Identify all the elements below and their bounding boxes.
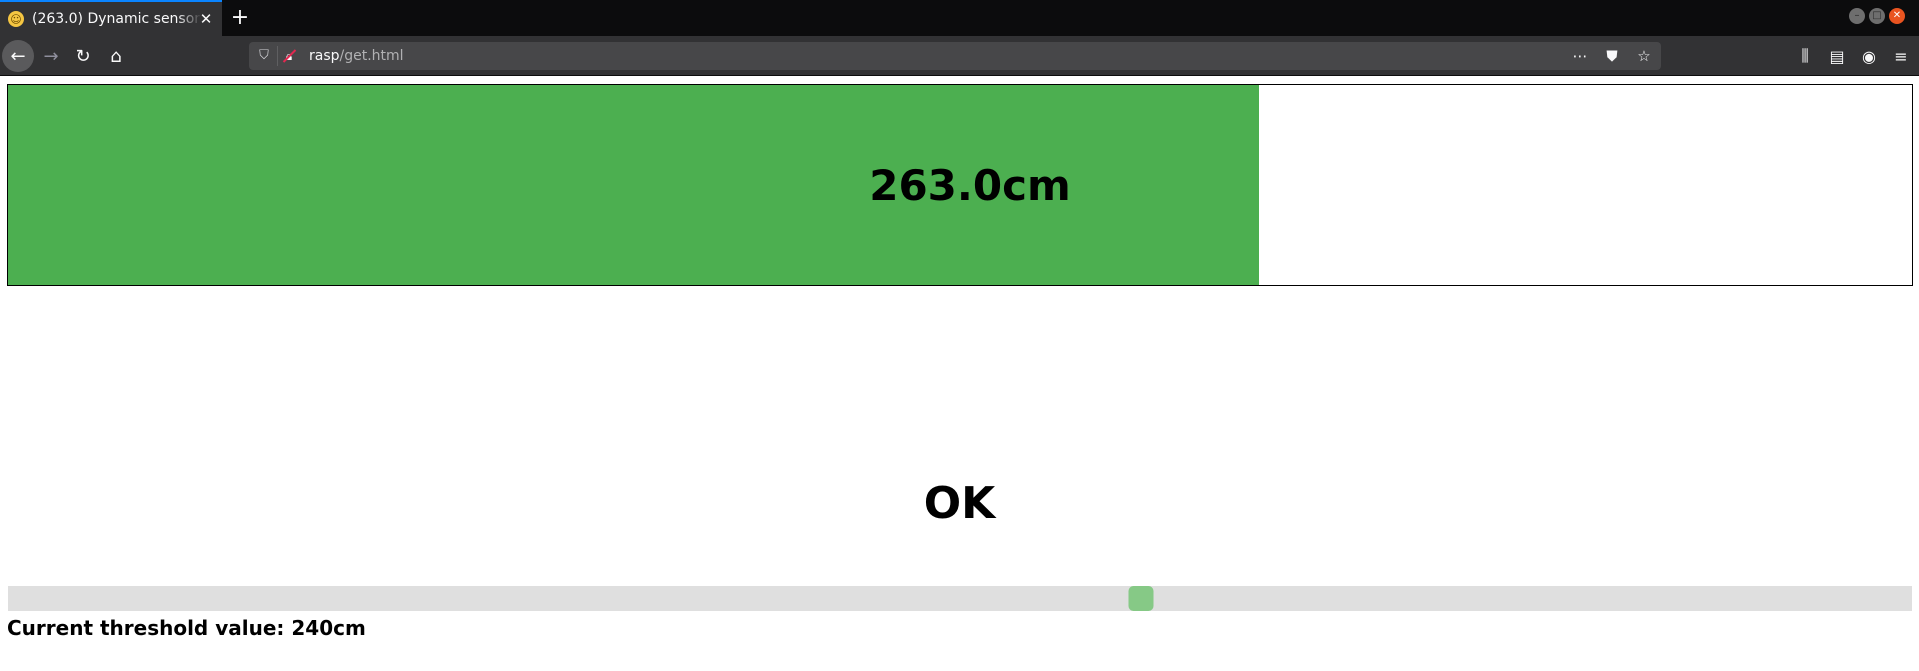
reload-button[interactable]: ↻ <box>67 40 99 72</box>
url-separator <box>277 46 278 66</box>
library-icon[interactable]: ⫼ <box>1795 46 1815 66</box>
sidebar-icon[interactable]: ▤ <box>1827 47 1847 66</box>
arrow-right-icon: → <box>43 45 59 67</box>
back-button[interactable]: ← <box>2 40 34 72</box>
bookmark-star-icon[interactable]: ☆ <box>1635 47 1653 65</box>
url-bar[interactable]: ⛉ 🔒︎ rasp/get.html ⋯ ⛊ ☆ <box>249 42 1661 70</box>
threshold-slider-thumb[interactable] <box>1128 586 1154 611</box>
toolbar-right: ⫼ ▤ ◉ ≡ <box>1795 40 1911 72</box>
arrow-left-icon: ← <box>10 45 26 67</box>
home-button[interactable]: ⌂ <box>100 40 132 72</box>
close-tab-icon[interactable]: ✕ <box>198 11 214 27</box>
tab-active[interactable]: ☺ (263.0) Dynamic sensor data ✕ <box>0 0 222 36</box>
smiling-face-icon: ☺ <box>8 11 24 27</box>
page-actions-icon[interactable]: ⋯ <box>1571 47 1589 65</box>
url-actions: ⋯ ⛊ ☆ <box>1571 42 1653 70</box>
distance-meter: 263.0cm <box>7 84 1913 286</box>
url-host: rasp <box>309 48 340 64</box>
status-text: OK <box>923 478 996 529</box>
page-content: 263.0cm OK Current threshold value: 240c… <box>0 76 1919 671</box>
url-path: /get.html <box>339 48 404 64</box>
tab-title: (263.0) Dynamic sensor data <box>32 11 202 27</box>
tracking-protection-shield-icon[interactable]: ⛉ <box>257 48 271 64</box>
menu-icon[interactable]: ≡ <box>1891 47 1911 66</box>
window-controls: – □ ✕ <box>1849 8 1905 24</box>
url-text[interactable]: rasp/get.html <box>309 42 404 70</box>
home-icon: ⌂ <box>110 45 122 67</box>
account-icon[interactable]: ◉ <box>1859 47 1879 66</box>
pocket-icon[interactable]: ⛊ <box>1603 47 1621 65</box>
tab-strip: ☺ (263.0) Dynamic sensor data ✕ + – □ ✕ <box>0 0 1919 36</box>
maximize-icon[interactable]: □ <box>1869 8 1885 24</box>
insecure-lock-icon[interactable]: 🔒︎ <box>282 48 296 64</box>
forward-button[interactable]: → <box>35 40 67 72</box>
nav-bar: ← → ↻ ⌂ ⛉ 🔒︎ rasp/get.html ⋯ ⛊ ☆ ⫼ ▤ ◉ ≡ <box>0 36 1919 76</box>
close-window-icon[interactable]: ✕ <box>1889 8 1905 24</box>
new-tab-button[interactable]: + <box>228 5 252 31</box>
threshold-slider[interactable] <box>8 586 1912 611</box>
threshold-label: Current threshold value: 240cm <box>7 616 366 640</box>
reload-icon: ↻ <box>75 45 91 67</box>
minimize-icon[interactable]: – <box>1849 8 1865 24</box>
distance-value: 263.0cm <box>869 160 1071 210</box>
